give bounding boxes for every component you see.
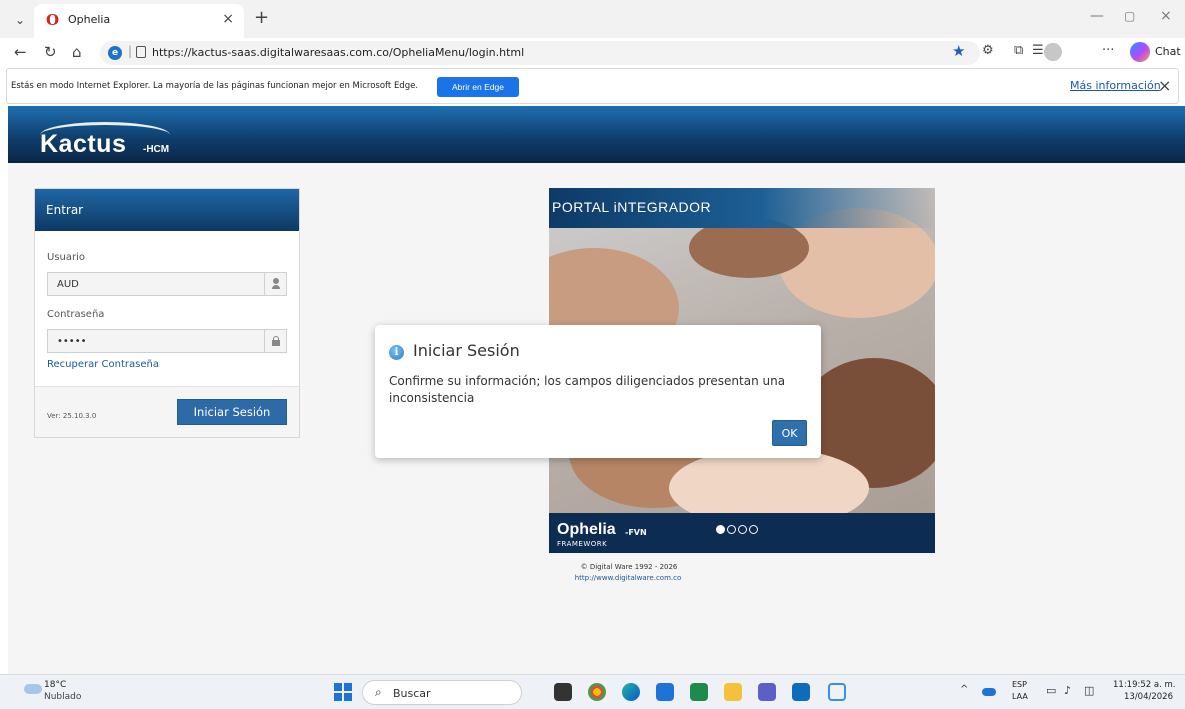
window-minimize-icon[interactable]: — (1090, 8, 1104, 24)
taskbar-search[interactable]: ⌕ Buscar (362, 680, 522, 705)
more-info-link[interactable]: Más información (1070, 79, 1161, 92)
carousel-dot[interactable] (727, 525, 736, 534)
ophelia-logo: Ophelia (557, 521, 616, 538)
login-button[interactable]: Iniciar Sesión (177, 399, 287, 425)
display-icon[interactable]: ▭ (1046, 684, 1056, 697)
home-icon[interactable]: ⌂ (72, 43, 82, 61)
password-icon-box (264, 330, 286, 352)
outlook-icon[interactable] (792, 683, 810, 701)
store-app-icon[interactable] (656, 683, 674, 701)
web-page: Kactus -HCM Entrar Usuario AUD Contraseñ… (8, 106, 1185, 674)
portal-title-band: PORTAL iNTEGRADOR (549, 188, 935, 228)
teams-icon[interactable] (758, 683, 776, 701)
password-value: ••••• (57, 336, 87, 347)
open-in-edge-button[interactable]: Abrir en Edge (437, 77, 519, 97)
network-app-icon[interactable] (828, 683, 846, 701)
refresh-icon[interactable]: ↻ (44, 43, 57, 61)
user-icon (272, 278, 280, 290)
taskbar-search-placeholder: Buscar (393, 687, 431, 700)
file-explorer-icon[interactable] (724, 683, 742, 701)
windows-start-icon[interactable] (334, 683, 352, 701)
username-icon-box (264, 273, 286, 295)
address-bar-row: ← ↻ ⌂ e | https://kactus-saas.digitalwar… (0, 38, 1185, 68)
clock-date[interactable]: 13/04/2026 (1124, 692, 1173, 702)
input-layout[interactable]: LAA (1012, 692, 1028, 701)
lock-icon (272, 336, 280, 346)
password-label: Contraseña (47, 309, 105, 320)
windows-taskbar: 18°C Nublado ⌕ Buscar ^ ESP LAA ▭ ♪ ◫ 11… (0, 674, 1185, 709)
ie-mode-icon[interactable]: e (108, 46, 122, 60)
input-language[interactable]: ESP (1012, 680, 1027, 689)
url-text: https://kactus-saas.digitalwaresaas.com.… (152, 46, 525, 59)
browser-tab-bar: ⌄ O Ophelia × + — ▢ × (0, 0, 1185, 38)
back-arrow-icon[interactable]: ← (14, 43, 27, 61)
dialog-ok-button[interactable]: OK (772, 420, 807, 446)
dialog-title: Iniciar Sesión (413, 341, 520, 360)
favorites-list-icon[interactable]: ☰ (1032, 43, 1044, 58)
profile-avatar-icon[interactable] (1044, 43, 1062, 61)
login-panel: Entrar Usuario AUD Contraseña ••••• Recu… (34, 188, 300, 438)
extensions-icon[interactable]: ⚙ (982, 43, 994, 58)
battery-icon[interactable]: ◫ (1084, 684, 1094, 697)
ophelia-framework-label: FRAMEWORK (557, 540, 608, 548)
weather-temperature[interactable]: 18°C (44, 680, 66, 690)
recover-password-link[interactable]: Recuperar Contraseña (47, 359, 159, 370)
carousel-dot[interactable] (749, 525, 758, 534)
username-label: Usuario (47, 252, 86, 263)
kactus-logo: Kactus (40, 130, 127, 158)
edge-icon[interactable] (622, 683, 640, 701)
new-tab-plus-icon[interactable]: + (254, 7, 269, 28)
ophelia-favicon-icon: O (46, 11, 60, 29)
login-panel-title: Entrar (46, 203, 84, 217)
window-close-icon[interactable]: × (1160, 8, 1172, 24)
carousel-dots (716, 519, 760, 534)
kactus-logo-sub: -HCM (143, 144, 170, 155)
url-separator: | (128, 44, 133, 58)
dialog-message: Confirme su información; los campos dili… (389, 374, 786, 405)
carousel-dot[interactable] (738, 525, 747, 534)
site-header: Kactus -HCM (8, 106, 1185, 163)
tab-list-chevron-icon[interactable]: ⌄ (10, 10, 30, 30)
browser-tab-ophelia[interactable]: O Ophelia × (34, 4, 244, 38)
chat-label[interactable]: Chat (1155, 45, 1181, 58)
copilot-icon[interactable] (1130, 42, 1150, 62)
portal-title: PORTAL iNTEGRADOR (552, 199, 712, 215)
username-input[interactable]: AUD (47, 272, 287, 296)
login-alert-dialog: i Iniciar Sesión Confirme su información… (375, 325, 821, 458)
username-value: AUD (57, 279, 79, 290)
window-restore-icon[interactable]: ▢ (1124, 9, 1135, 23)
split-screen-icon[interactable]: ⧉ (1014, 43, 1023, 58)
infobar-message: Estás en modo Internet Explorer. La mayo… (11, 81, 419, 91)
task-view-icon[interactable] (554, 683, 572, 701)
search-icon: ⌕ (375, 685, 382, 699)
ophelia-logo-sub: -FVN (625, 528, 647, 537)
password-input[interactable]: ••••• (47, 329, 287, 353)
tab-title: Ophelia (68, 13, 111, 26)
weather-description[interactable]: Nublado (44, 692, 81, 702)
tray-overflow-icon[interactable]: ^ (960, 684, 968, 695)
copyright-text: © Digital Ware 1992 - 2026 (580, 563, 678, 571)
infobar-close-icon[interactable]: × (1158, 76, 1171, 95)
info-icon: i (389, 345, 404, 360)
more-options-icon[interactable]: ··· (1102, 43, 1114, 58)
clock-time[interactable]: 11:19:52 a. m. (1113, 680, 1175, 690)
carousel-dot[interactable] (716, 525, 725, 534)
url-field[interactable]: e | https://kactus-saas.digitalwaresaas.… (100, 41, 980, 65)
ie-mode-infobar: Estás en modo Internet Explorer. La mayo… (6, 68, 1179, 104)
login-panel-header: Entrar (35, 189, 299, 231)
volume-icon[interactable]: ♪ (1064, 684, 1071, 697)
login-panel-footer: Ver: 25.10.3.0 Iniciar Sesión (35, 386, 299, 437)
onedrive-icon[interactable] (982, 688, 996, 696)
version-label: Ver: 25.10.3.0 (47, 412, 97, 420)
favorite-star-icon[interactable]: ★ (952, 42, 965, 60)
excel-icon[interactable] (690, 683, 708, 701)
portal-footer: Ophelia -FVN FRAMEWORK (549, 513, 935, 553)
page-info-icon[interactable] (136, 46, 146, 58)
digitalware-link[interactable]: http://www.digitalware.com.co (538, 574, 718, 582)
tab-close-icon[interactable]: × (222, 11, 234, 27)
chrome-icon[interactable] (588, 683, 606, 701)
weather-cloud-icon[interactable] (24, 684, 42, 694)
